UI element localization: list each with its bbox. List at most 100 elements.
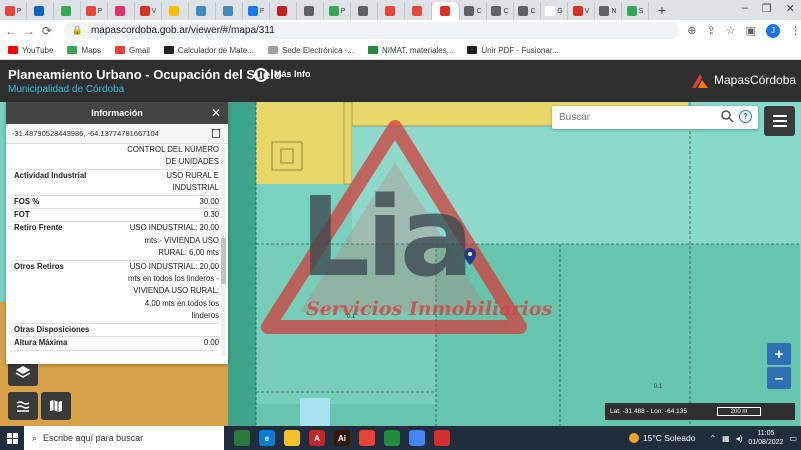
browser-tab[interactable]: [108, 2, 135, 20]
info-row: CONTROL DEL NÚMERO DE UNIDADES: [14, 144, 219, 170]
info-icon[interactable]: i: [254, 68, 268, 82]
maximize-button[interactable]: ❐: [762, 2, 772, 15]
browser-tab[interactable]: C: [460, 2, 487, 20]
browser-tab[interactable]: C: [487, 2, 514, 20]
bookmark-label: Gmail: [129, 45, 150, 55]
browser-tab[interactable]: P: [0, 2, 27, 20]
info-panel-scrollbar[interactable]: [221, 146, 226, 356]
layers-icon: [15, 366, 31, 378]
taskbar-search-placeholder: Escribe aquí para buscar: [43, 433, 144, 443]
tab-label: P: [16, 7, 22, 15]
taskbar-search-input[interactable]: ⌕ Escribe aquí para buscar: [24, 426, 224, 450]
browser-tab[interactable]: C: [514, 2, 541, 20]
browser-tab[interactable]: [351, 2, 378, 20]
bookmark-favicon-icon: [163, 46, 174, 54]
minimize-button[interactable]: –: [742, 2, 748, 15]
volume-icon[interactable]: ◂): [736, 434, 743, 443]
new-tab-button[interactable]: +: [653, 2, 671, 18]
bookmark-item[interactable]: Unir PDF - Fusionar...: [467, 46, 559, 55]
legend-button[interactable]: [8, 392, 38, 420]
browser-tab[interactable]: [162, 2, 189, 20]
tab-label: P: [97, 7, 103, 15]
bookmark-item[interactable]: Maps: [67, 46, 101, 55]
search-input[interactable]: Buscar ?: [552, 106, 758, 129]
tab-favicon-icon: [439, 6, 450, 16]
tab-label: C: [476, 7, 482, 15]
scrollbar-thumb[interactable]: [221, 238, 226, 284]
start-button[interactable]: [0, 426, 24, 450]
watermark-tagline: Servicios Inmobiliarios: [306, 298, 553, 320]
sidebar-icon[interactable]: ▣: [746, 24, 756, 37]
browser-tab[interactable]: [189, 2, 216, 20]
tab-favicon-icon: [304, 6, 314, 16]
bookmark-item[interactable]: Calculador de Mate...: [163, 46, 254, 55]
browser-tab[interactable]: G: [541, 2, 568, 20]
taskbar-app-icon[interactable]: A: [309, 430, 325, 446]
bookmark-item[interactable]: Sede Electrónica -...: [267, 46, 354, 55]
bookmark-favicon-icon: [267, 46, 278, 54]
tab-favicon-icon: [169, 6, 179, 16]
zoom-out-button[interactable]: –: [767, 367, 791, 389]
share-icon[interactable]: ⇪: [707, 24, 716, 37]
taskbar-app-icon[interactable]: [409, 430, 425, 446]
taskbar-app-icon[interactable]: [284, 430, 300, 446]
weather-widget[interactable]: 15°C Soleado: [628, 433, 695, 443]
back-icon[interactable]: ←: [4, 24, 18, 38]
kebab-menu-icon[interactable]: ⋮: [790, 24, 801, 37]
browser-tab[interactable]: [27, 2, 54, 20]
browser-tab[interactable]: V: [135, 2, 162, 20]
copy-icon[interactable]: [212, 129, 220, 138]
lock-icon: 🔒: [71, 25, 83, 35]
info-row-key: Otras Disposiciones: [14, 324, 90, 334]
browser-tab[interactable]: [432, 2, 460, 20]
browser-tab[interactable]: [378, 2, 405, 20]
browser-tab[interactable]: [216, 2, 243, 20]
browser-tab[interactable]: V: [568, 2, 595, 20]
taskbar-app-icon[interactable]: [234, 430, 250, 446]
taskbar-app-icon[interactable]: [384, 430, 400, 446]
bookmark-item[interactable]: YouTube: [8, 46, 53, 55]
hamburger-menu-button[interactable]: [764, 106, 795, 136]
taskbar-apps: e A Ai: [234, 430, 450, 446]
browser-tab[interactable]: P: [324, 2, 351, 20]
bookmark-star-icon[interactable]: ☆: [726, 24, 736, 37]
more-info-link[interactable]: Más Info: [274, 69, 311, 79]
browser-tab[interactable]: P: [81, 2, 108, 20]
taskbar-app-icon[interactable]: Ai: [334, 430, 350, 446]
windows-taskbar: ⌕ Escribe aquí para buscar e A Ai 15°C Sol…: [0, 426, 801, 450]
bookmark-item[interactable]: Gmail: [115, 46, 150, 55]
address-bar[interactable]: 🔒 mapascordoba.gob.ar/viewer/#/mapa/311: [63, 22, 680, 39]
help-icon[interactable]: ?: [739, 110, 752, 123]
notifications-icon[interactable]: ▭: [789, 434, 797, 443]
tab-label: V: [584, 7, 590, 15]
browser-tab[interactable]: [54, 2, 81, 20]
browser-tab[interactable]: S: [622, 2, 649, 20]
chevron-up-icon[interactable]: ⌃: [709, 434, 716, 443]
clock[interactable]: 11:05 01/08/2022: [748, 429, 783, 447]
browser-tab[interactable]: F: [243, 2, 270, 20]
profile-avatar[interactable]: J: [766, 23, 781, 38]
close-icon[interactable]: ✕: [211, 106, 221, 120]
network-icon[interactable]: ▦: [722, 434, 730, 443]
info-panel-body[interactable]: CONTROL DEL NÚMERO DE UNIDADES Actividad …: [6, 144, 219, 364]
translate-icon[interactable]: ⊕: [687, 24, 696, 37]
taskbar-app-icon[interactable]: [434, 430, 450, 446]
browser-tab[interactable]: [405, 2, 432, 20]
info-row: Actividad Industrial USO RURAL E INDUSTRI…: [14, 170, 219, 196]
search-icon[interactable]: [721, 110, 734, 123]
reload-icon[interactable]: ⟳: [40, 24, 54, 38]
forward-icon[interactable]: →: [22, 24, 36, 38]
taskbar-app-icon[interactable]: [359, 430, 375, 446]
browser-tab[interactable]: [297, 2, 324, 20]
info-row: FOS % 30.00: [14, 196, 219, 210]
info-row-key: FOT: [14, 210, 30, 220]
tab-favicon-icon: [491, 6, 502, 16]
browser-tab[interactable]: [270, 2, 297, 20]
windows-logo-icon: [6, 432, 18, 444]
browser-tab[interactable]: N: [595, 2, 622, 20]
basemap-button[interactable]: [41, 392, 71, 420]
close-window-button[interactable]: ✕: [786, 2, 795, 15]
zoom-in-button[interactable]: +: [767, 343, 791, 365]
taskbar-app-icon[interactable]: e: [259, 430, 275, 446]
bookmark-item[interactable]: NIMAT, materiales...: [367, 46, 453, 55]
